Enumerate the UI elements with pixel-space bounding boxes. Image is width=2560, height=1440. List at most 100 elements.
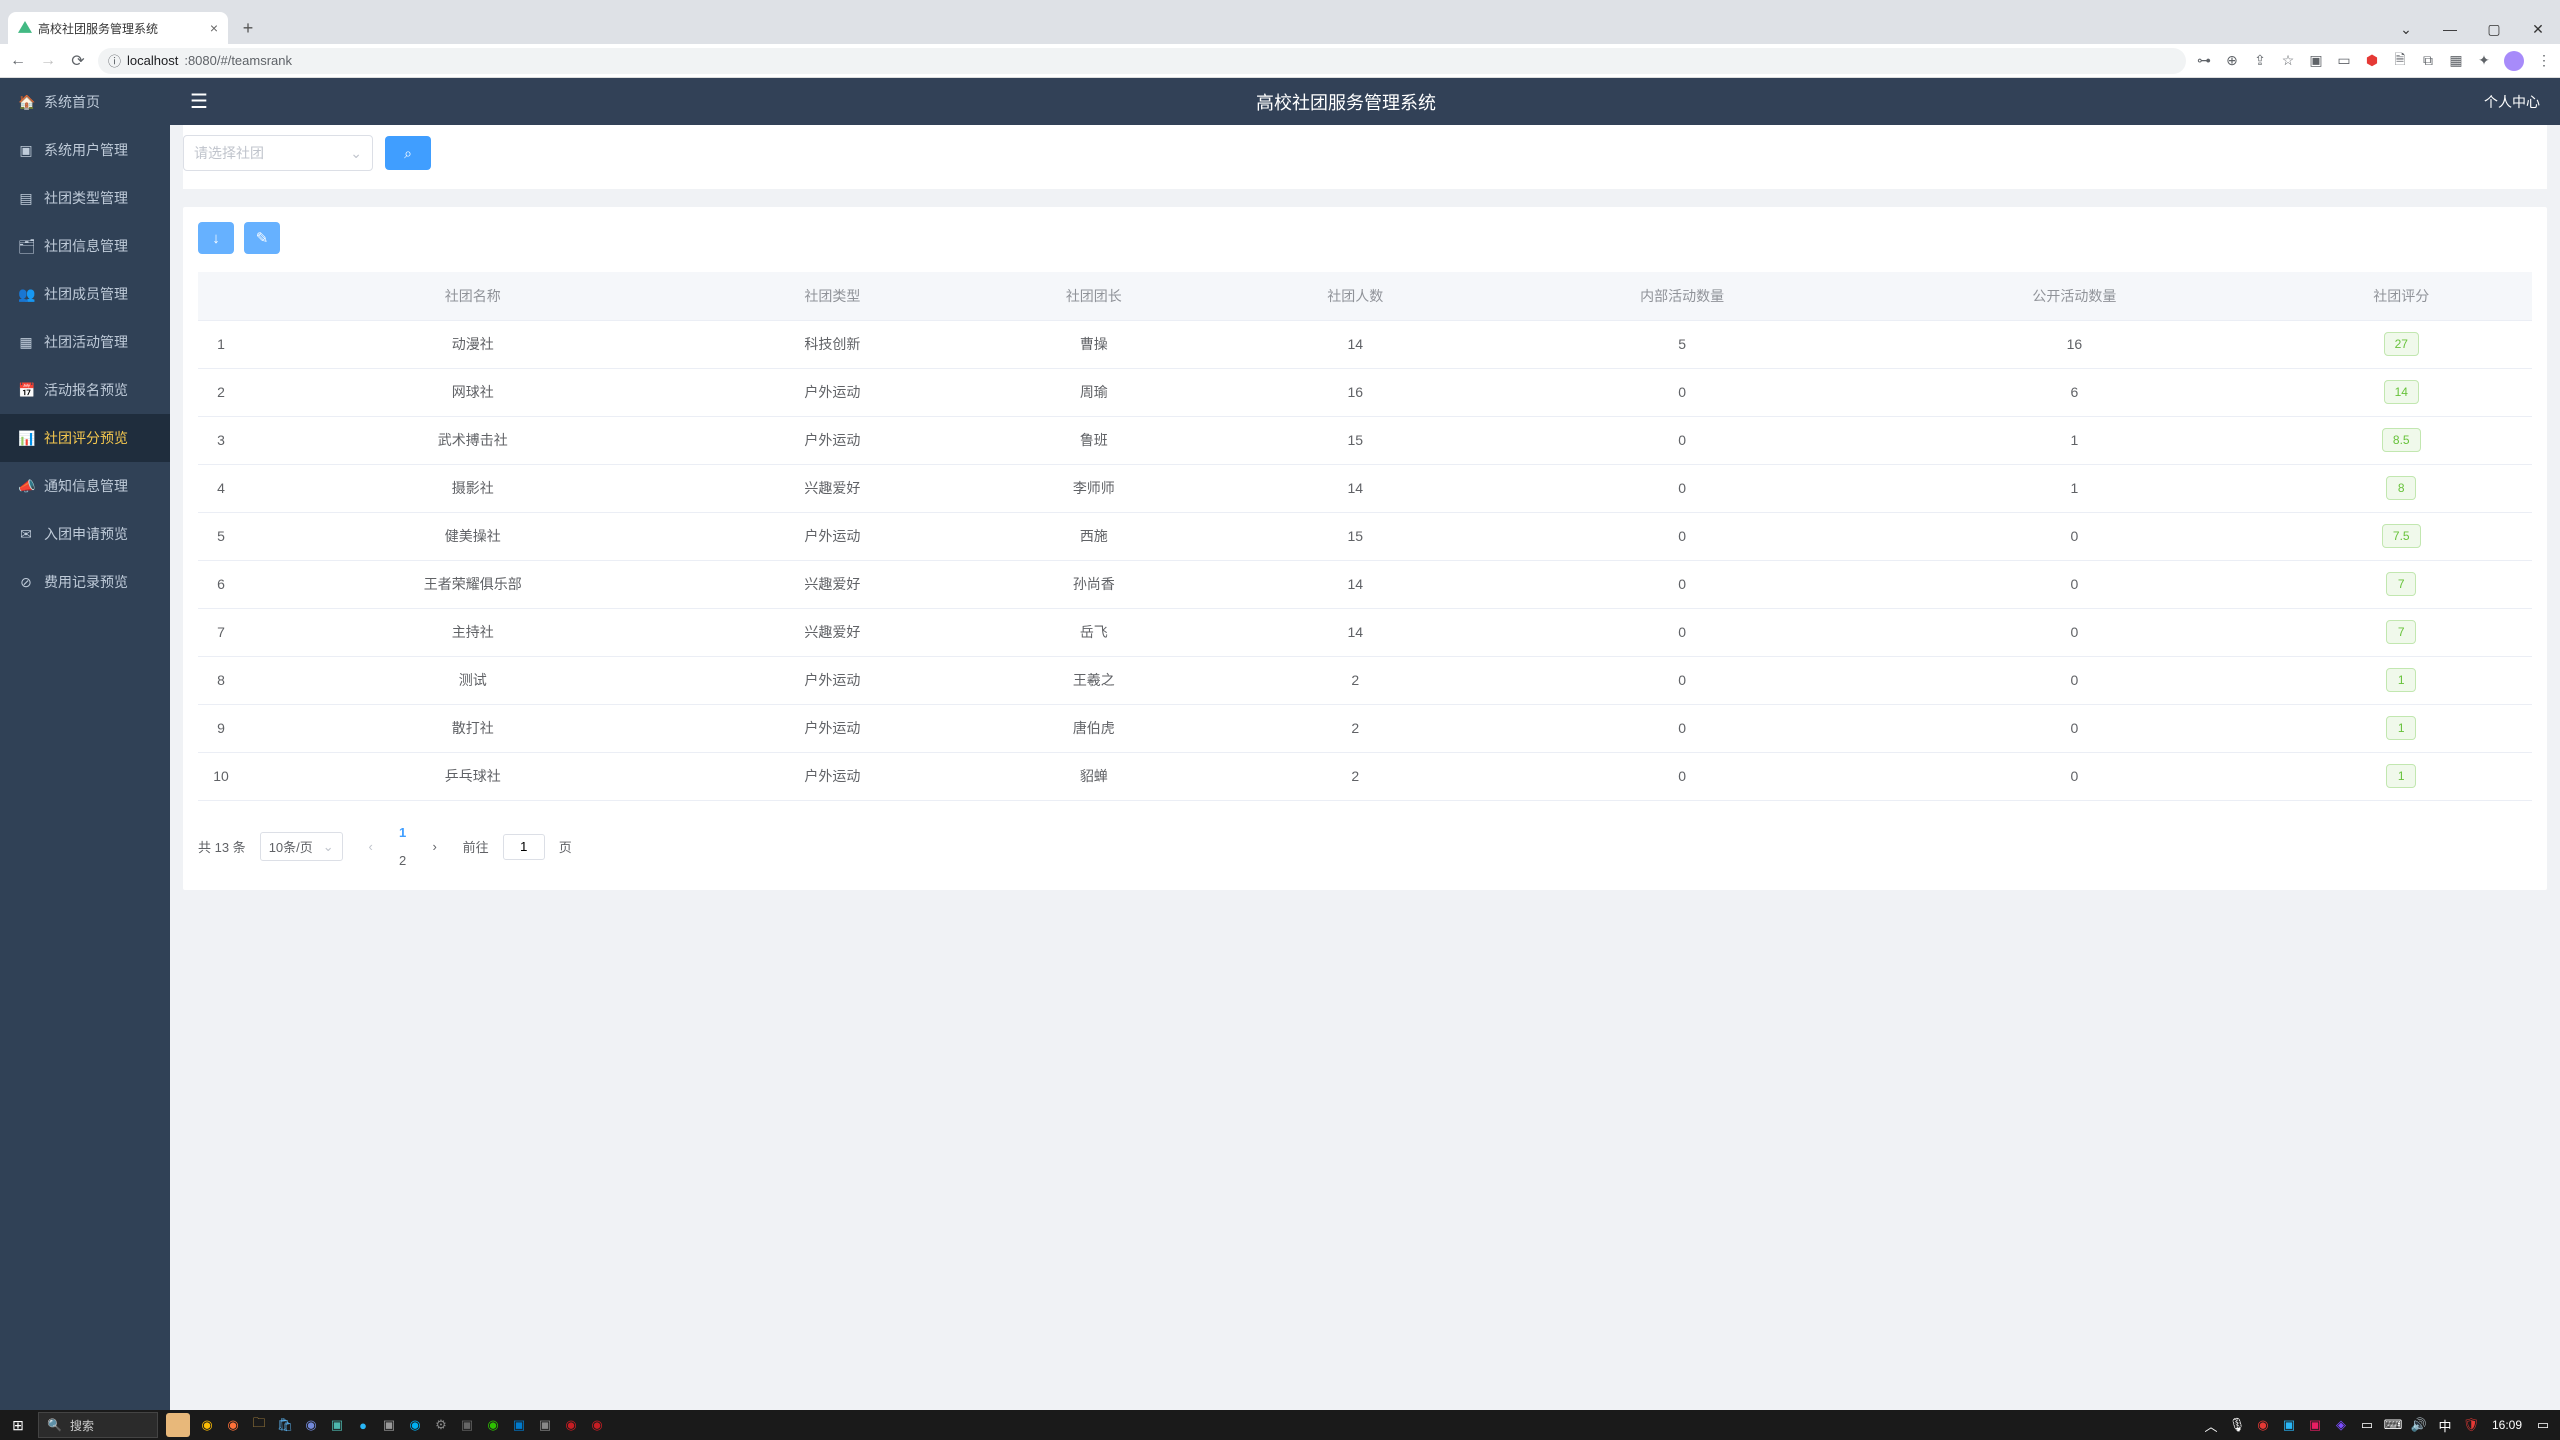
page-size-select[interactable]: 10条/页 ⌄ [260, 832, 343, 861]
taskbar-clock[interactable]: 16:09 [2486, 1418, 2528, 1432]
column-header: 内部活动数量 [1486, 272, 1878, 320]
jump-page-input[interactable] [503, 834, 545, 860]
url-input[interactable]: ⓘ localhost:8080/#/teamsrank [98, 48, 2186, 74]
edit-icon: ✎ [256, 229, 269, 247]
store-icon[interactable]: 🛍 [274, 1414, 296, 1436]
table-row[interactable]: 6王者荣耀俱乐部兴趣爱好孙尚香14007 [198, 560, 2532, 608]
info-icon: 🗂 [18, 238, 34, 255]
wallet-icon[interactable]: ▭ [2336, 53, 2352, 69]
folder-icon[interactable]: 🗀 [248, 1414, 270, 1436]
browser-tab[interactable]: 高校社团服务管理系统 × [8, 12, 228, 44]
new-tab-button[interactable]: + [234, 14, 262, 42]
skype-icon[interactable]: ◉ [404, 1414, 426, 1436]
sidebar-item-info[interactable]: 🗂社团信息管理 [0, 222, 170, 270]
mysql-icon[interactable]: ▣ [534, 1414, 556, 1436]
table-row[interactable]: 10乒乓球社户外运动貂蝉2001 [198, 752, 2532, 800]
discord-icon[interactable]: ◉ [300, 1414, 322, 1436]
mic-icon[interactable]: ▣ [378, 1414, 400, 1436]
user-menu[interactable]: 个人中心 [2484, 92, 2540, 112]
table-row[interactable]: 5健美操社户外运动西施15007.5 [198, 512, 2532, 560]
sidebar-item-apply[interactable]: ✉入团申请预览 [0, 510, 170, 558]
download-button[interactable]: ↓ [198, 222, 234, 254]
image-icon[interactable]: ▣ [2308, 53, 2324, 69]
club-select[interactable]: 请选择社团 ⌄ [183, 135, 373, 171]
tray-heart-icon[interactable]: ◈ [2330, 1414, 2352, 1436]
nav-back-icon[interactable]: ← [8, 52, 28, 70]
sidebar-item-home[interactable]: 🏠系统首页 [0, 78, 170, 126]
chevron-up-icon[interactable]: ︿ [2200, 1414, 2222, 1436]
wechat-icon[interactable]: ◉ [482, 1414, 504, 1436]
unity-icon[interactable]: ▣ [456, 1414, 478, 1436]
cell-members: 2 [1225, 752, 1486, 800]
tray-battery-icon[interactable]: ▭ [2356, 1414, 2378, 1436]
table-row[interactable]: 2网球社户外运动周瑜160614 [198, 368, 2532, 416]
tray-ime-icon[interactable]: 中 [2434, 1414, 2456, 1436]
tray-mic-icon[interactable]: 🎙 [2226, 1414, 2248, 1436]
sidebar-item-label: 社团成员管理 [44, 284, 128, 304]
translate-icon[interactable]: ⊕ [2224, 53, 2240, 69]
sidebar-item-notify[interactable]: 📣通知信息管理 [0, 462, 170, 510]
window-minimize-button[interactable]: — [2428, 14, 2472, 44]
row-index: 2 [198, 368, 244, 416]
info-icon[interactable]: ● [352, 1414, 374, 1436]
sidebar-item-fee[interactable]: ⊘费用记录预览 [0, 558, 170, 606]
menu-toggle-icon[interactable]: ☰ [190, 89, 208, 114]
cell-members: 14 [1225, 320, 1486, 368]
sidebar-item-signup[interactable]: 📅活动报名预览 [0, 366, 170, 414]
adblock-icon[interactable]: ⬢ [2364, 53, 2380, 69]
tray-bt-icon[interactable]: ▣ [2278, 1414, 2300, 1436]
star-icon[interactable]: ☆ [2280, 53, 2296, 69]
sidebar-item-users[interactable]: ▣系统用户管理 [0, 126, 170, 174]
profile-avatar-icon[interactable] [2504, 51, 2524, 71]
prev-page-button[interactable]: ‹ [357, 833, 385, 861]
firefox-icon[interactable]: ◉ [222, 1414, 244, 1436]
puzzle-icon[interactable]: ✦ [2476, 53, 2492, 69]
search-button[interactable]: ⌕ [385, 136, 431, 170]
tab-close-icon[interactable]: × [210, 20, 218, 36]
tray-stop-icon[interactable]: ◉ [2252, 1414, 2274, 1436]
tray-net-icon[interactable]: ⌨ [2382, 1414, 2404, 1436]
table-row[interactable]: 4摄影社兴趣爱好李师师14018 [198, 464, 2532, 512]
record-icon[interactable]: ◉ [586, 1414, 608, 1436]
copy-icon[interactable]: ⧉ [2420, 53, 2436, 69]
window-close-button[interactable]: ✕ [2516, 14, 2560, 44]
tray-wifi-icon[interactable]: ▣ [2304, 1414, 2326, 1436]
taskbar-user-icon[interactable] [166, 1413, 190, 1437]
window-maximize-button[interactable]: ▢ [2472, 14, 2516, 44]
start-button[interactable]: ⊞ [0, 1417, 36, 1434]
chevron-down-icon[interactable]: ⌄ [2384, 14, 2428, 44]
filter-bar: 请选择社团 ⌄ ⌕ [183, 125, 2547, 189]
table-row[interactable]: 8测试户外运动王羲之2001 [198, 656, 2532, 704]
nav-reload-icon[interactable]: ⟳ [68, 51, 88, 71]
cell-internal: 0 [1486, 752, 1878, 800]
taskbar-search[interactable]: 🔍 搜索 [38, 1412, 158, 1438]
chrome-icon[interactable]: ◉ [196, 1414, 218, 1436]
sidebar-item-activities[interactable]: ▦社团活动管理 [0, 318, 170, 366]
sidebar-item-types[interactable]: ▤社团类型管理 [0, 174, 170, 222]
table-row[interactable]: 7主持社兴趣爱好岳飞14007 [198, 608, 2532, 656]
next-page-button[interactable]: › [421, 833, 449, 861]
kebab-menu-icon[interactable]: ⋮ [2536, 53, 2552, 69]
cell-score: 7.5 [2270, 512, 2532, 560]
table-row[interactable]: 9散打社户外运动唐伯虎2001 [198, 704, 2532, 752]
page-number-1[interactable]: 1 [389, 819, 417, 847]
sidebar-item-members[interactable]: 👥社团成员管理 [0, 270, 170, 318]
app-icon[interactable]: ▦ [2448, 53, 2464, 69]
cell-internal: 0 [1486, 608, 1878, 656]
edit-button[interactable]: ✎ [244, 222, 280, 254]
nav-forward-icon[interactable]: → [38, 52, 58, 70]
share-icon[interactable]: ⇪ [2252, 53, 2268, 69]
table-row[interactable]: 3武术搏击社户外运动鲁班15018.5 [198, 416, 2532, 464]
table-row[interactable]: 1动漫社科技创新曹操1451627 [198, 320, 2532, 368]
tray-sound-icon[interactable]: 🔊 [2408, 1414, 2430, 1436]
settings-icon[interactable]: ⚙ [430, 1414, 452, 1436]
terminal-icon[interactable]: ▣ [326, 1414, 348, 1436]
notification-icon[interactable]: ▭ [2532, 1414, 2554, 1436]
page-number-2[interactable]: 2 [389, 847, 417, 875]
sidebar-item-ranking[interactable]: 📊社团评分预览 [0, 414, 170, 462]
music-icon[interactable]: ◉ [560, 1414, 582, 1436]
key-icon[interactable]: ⊶ [2196, 53, 2212, 69]
note-icon[interactable]: 🗎 [2392, 53, 2408, 69]
tray-shield-icon[interactable]: 🛡 [2460, 1414, 2482, 1436]
vscode-icon[interactable]: ▣ [508, 1414, 530, 1436]
